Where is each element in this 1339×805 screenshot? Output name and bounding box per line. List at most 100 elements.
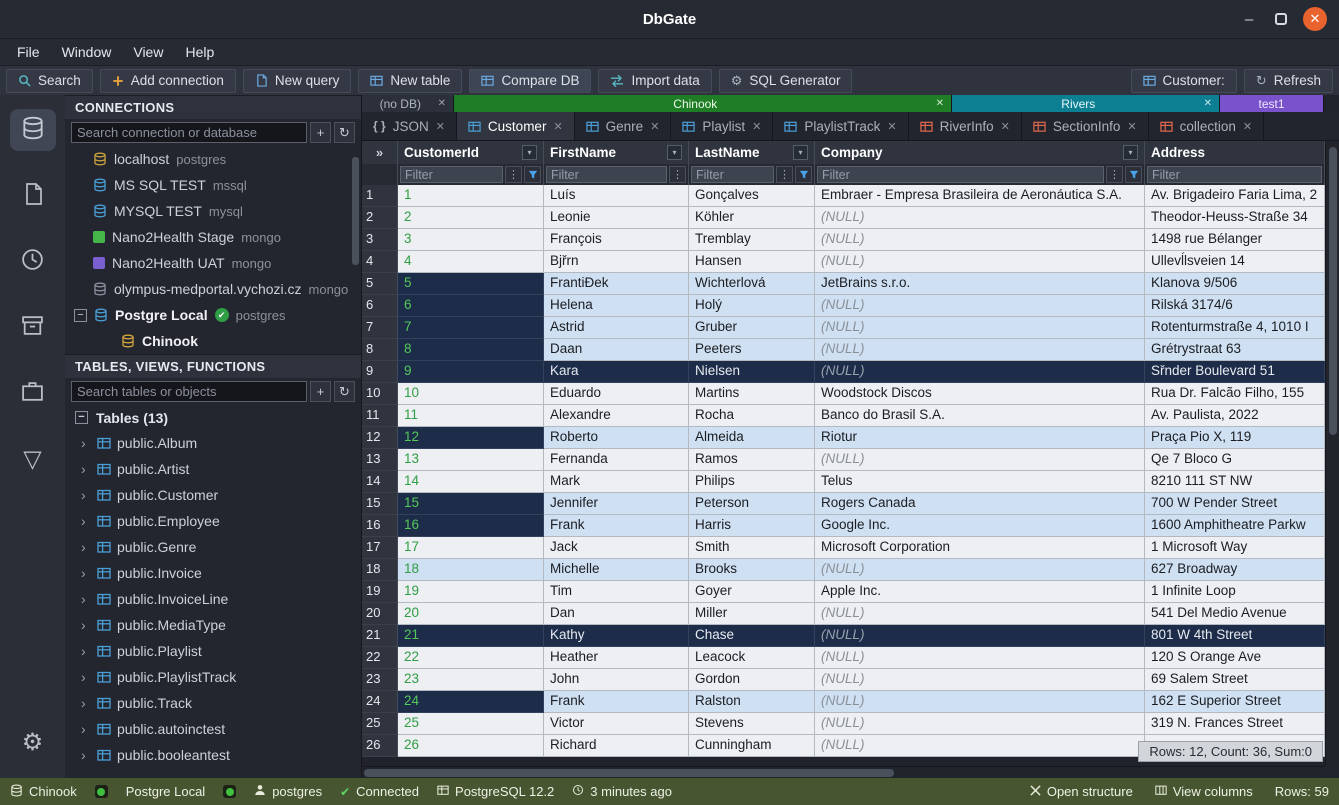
close-tab-icon[interactable]: ✕ (1198, 98, 1212, 109)
filter-input-customerid[interactable] (400, 166, 503, 183)
row-number[interactable]: 17 (362, 537, 398, 559)
toolbar-button-sql-generator[interactable]: ⚙SQL Generator (719, 69, 853, 93)
row-number[interactable]: 19 (362, 581, 398, 603)
cell-company[interactable]: (NULL) (815, 449, 1145, 471)
tables-group[interactable]: − Tables (13) (65, 405, 361, 430)
menu-item-window[interactable]: Window (51, 42, 123, 62)
close-tab-icon[interactable]: ✕ (432, 98, 446, 109)
connection-item-ms-sql-test[interactable]: MS SQL TESTmssql (65, 172, 361, 198)
cell-company[interactable]: (NULL) (815, 339, 1145, 361)
sidebar-item-connections[interactable] (10, 109, 56, 151)
row-number[interactable]: 12 (362, 427, 398, 449)
db-tab-rivers[interactable]: Rivers✕ (952, 95, 1220, 112)
tab-collection[interactable]: collection✕ (1149, 112, 1265, 140)
cell-address[interactable]: Rotenturmstraße 4, 1010 I (1145, 317, 1325, 339)
table-item-public-booleantest[interactable]: ›public.booleantest (65, 742, 361, 768)
toolbar-button-search[interactable]: Search (6, 69, 93, 93)
row-number[interactable]: 10 (362, 383, 398, 405)
cell-firstname[interactable]: Victor (544, 713, 689, 735)
connection-item-localhost[interactable]: localhostpostgres (65, 146, 361, 172)
cell-customerid[interactable]: 15 (398, 493, 544, 515)
cell-address[interactable]: Av. Brigadeiro Faria Lima, 2 (1145, 185, 1325, 207)
cell-company[interactable]: Riotur (815, 427, 1145, 449)
cell-company[interactable]: Apple Inc. (815, 581, 1145, 603)
cell-lastname[interactable]: Gordon (689, 669, 815, 691)
vertical-scrollbar-thumb[interactable] (1329, 147, 1337, 435)
chevron-down-icon[interactable]: ▾ (793, 145, 808, 160)
table-item-public-genre[interactable]: ›public.Genre (65, 534, 361, 560)
filter-input-lastname[interactable] (691, 166, 774, 183)
add-connection-mini-button[interactable]: + (310, 122, 331, 143)
menu-item-view[interactable]: View (122, 42, 174, 62)
cell-address[interactable]: Rilská 3174/6 (1145, 295, 1325, 317)
cell-address[interactable]: Rua Dr. Falcão Filho, 155 (1145, 383, 1325, 405)
filter-funnel-icon[interactable] (795, 166, 812, 183)
filter-menu-button[interactable]: ⋮ (505, 166, 522, 183)
column-header-firstname[interactable]: FirstName▾ (544, 141, 689, 164)
close-tab-icon[interactable]: ✕ (553, 120, 562, 133)
cell-address[interactable]: 700 W Pender Street (1145, 493, 1325, 515)
cell-company[interactable]: (NULL) (815, 559, 1145, 581)
table-item-public-playlisttrack[interactable]: ›public.PlaylistTrack (65, 664, 361, 690)
cell-company[interactable]: (NULL) (815, 625, 1145, 647)
toolbar-button-compare-db[interactable]: Compare DB (469, 69, 591, 93)
row-number[interactable]: 14 (362, 471, 398, 493)
cell-lastname[interactable]: Leacock (689, 647, 815, 669)
cell-customerid[interactable]: 4 (398, 251, 544, 273)
row-number[interactable]: 2 (362, 207, 398, 229)
cell-address[interactable]: 319 N. Frances Street (1145, 713, 1325, 735)
row-number[interactable]: 23 (362, 669, 398, 691)
left-panel-scrollbar[interactable] (352, 157, 359, 265)
cell-customerid[interactable]: 7 (398, 317, 544, 339)
table-item-public-artist[interactable]: ›public.Artist (65, 456, 361, 482)
cell-company[interactable]: (NULL) (815, 229, 1145, 251)
cell-lastname[interactable]: Rocha (689, 405, 815, 427)
close-tab-icon[interactable]: ✕ (650, 120, 659, 133)
table-item-public-invoice[interactable]: ›public.Invoice (65, 560, 361, 586)
column-header-address[interactable]: Address (1145, 141, 1325, 164)
cell-customerid[interactable]: 8 (398, 339, 544, 361)
row-number[interactable]: 15 (362, 493, 398, 515)
cell-firstname[interactable]: Luís (544, 185, 689, 207)
cell-lastname[interactable]: Nielsen (689, 361, 815, 383)
toolbar-button-new-table[interactable]: New table (358, 69, 462, 93)
connection-item-mysql-test[interactable]: MYSQL TESTmysql (65, 198, 361, 224)
cell-firstname[interactable]: Kathy (544, 625, 689, 647)
cell-address[interactable]: 1 Microsoft Way (1145, 537, 1325, 559)
cell-lastname[interactable]: Köhler (689, 207, 815, 229)
table-item-public-album[interactable]: ›public.Album (65, 430, 361, 456)
sidebar-item-settings[interactable]: ⚙ (10, 722, 56, 764)
row-number[interactable]: 20 (362, 603, 398, 625)
connection-item-chinook[interactable]: Chinook (65, 328, 361, 354)
cell-address[interactable]: 541 Del Medio Avenue (1145, 603, 1325, 625)
cell-address[interactable]: 162 E Superior Street (1145, 691, 1325, 713)
tab-riverinfo[interactable]: RiverInfo✕ (909, 112, 1022, 140)
cell-firstname[interactable]: Richard (544, 735, 689, 757)
cell-company[interactable]: (NULL) (815, 647, 1145, 669)
cell-lastname[interactable]: Gruber (689, 317, 815, 339)
cell-company[interactable]: (NULL) (815, 207, 1145, 229)
close-tab-icon[interactable]: ✕ (1001, 120, 1010, 133)
sidebar-item-history[interactable] (10, 241, 56, 283)
connection-item-nano2health-stage[interactable]: Nano2Health Stagemongo (65, 224, 361, 250)
cell-customerid[interactable]: 22 (398, 647, 544, 669)
tab-playlisttrack[interactable]: PlaylistTrack✕ (773, 112, 908, 140)
row-number[interactable]: 24 (362, 691, 398, 713)
sidebar-item-files[interactable] (10, 175, 56, 217)
cell-address[interactable]: 120 S Orange Ave (1145, 647, 1325, 669)
cell-firstname[interactable]: François (544, 229, 689, 251)
cell-customerid[interactable]: 5 (398, 273, 544, 295)
row-number[interactable]: 4 (362, 251, 398, 273)
cell-firstname[interactable]: Tim (544, 581, 689, 603)
cell-firstname[interactable]: Kara (544, 361, 689, 383)
cell-customerid[interactable]: 6 (398, 295, 544, 317)
close-button[interactable]: ✕ (1303, 7, 1327, 31)
row-number[interactable]: 26 (362, 735, 398, 757)
cell-address[interactable]: 1 Infinite Loop (1145, 581, 1325, 603)
menu-item-file[interactable]: File (6, 42, 51, 62)
cell-firstname[interactable]: Alexandre (544, 405, 689, 427)
table-item-public-playlist[interactable]: ›public.Playlist (65, 638, 361, 664)
horizontal-scrollbar-thumb[interactable] (364, 769, 894, 777)
cell-lastname[interactable]: Hansen (689, 251, 815, 273)
db-tab-no-db[interactable]: (no DB)✕ (362, 95, 454, 112)
